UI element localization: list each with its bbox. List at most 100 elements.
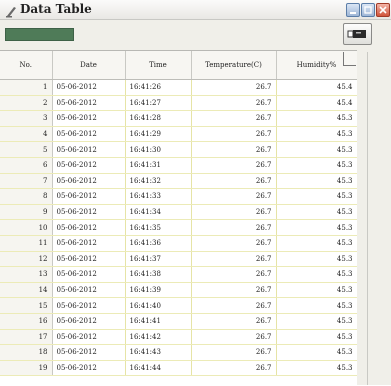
cell-date: 05-06-2012 [52,313,126,330]
cell-no: 19 [0,360,53,377]
cell-humidity: 45.3 [276,297,357,314]
cell-no: 14 [0,282,53,299]
minimize-button[interactable] [346,3,360,17]
cell-time: 16:41:39 [125,282,192,299]
cell-date: 05-06-2012 [52,204,126,221]
cell-temperature: 26.7 [191,313,277,330]
table-row[interactable]: 9 05-06-2012 16:41:34 26.7 45.3 [0,204,357,221]
cell-date: 05-06-2012 [52,126,126,143]
table-row[interactable]: 18 05-06-2012 16:41:43 26.7 45.3 [0,344,357,361]
cell-temperature: 26.7 [191,360,277,377]
cell-no: 5 [0,141,53,158]
table-row[interactable]: 5 05-06-2012 16:41:30 26.7 45.3 [0,141,357,158]
cell-temperature: 26.7 [191,141,277,158]
cell-time: 16:41:28 [125,110,192,127]
cell-date: 05-06-2012 [52,282,126,299]
cell-temperature: 26.7 [191,219,277,236]
column-header-no[interactable]: No. [0,51,53,80]
export-button[interactable] [343,23,372,45]
cell-humidity: 45.4 [276,95,357,112]
table-row[interactable]: 11 05-06-2012 16:41:36 26.7 45.3 [0,235,357,252]
table-row[interactable]: 8 05-06-2012 16:41:33 26.7 45.3 [0,188,357,205]
column-resize-handle[interactable] [343,52,344,66]
table-row[interactable]: 17 05-06-2012 16:41:42 26.7 45.3 [0,329,357,346]
cell-temperature: 26.7 [191,297,277,314]
table-row[interactable]: 15 05-06-2012 16:41:40 26.7 45.3 [0,297,357,314]
table-row[interactable]: 2 05-06-2012 16:41:27 26.7 45.4 [0,95,357,112]
cell-date: 05-06-2012 [52,188,126,205]
maximize-button[interactable] [361,3,375,17]
close-button[interactable] [376,3,390,17]
cell-humidity: 45.3 [276,141,357,158]
cell-no: 3 [0,110,53,127]
cell-date: 05-06-2012 [52,360,126,377]
cell-temperature: 26.7 [191,95,277,112]
title-bar[interactable]: Data Table [0,0,391,20]
cell-temperature: 26.7 [191,282,277,299]
cell-humidity: 45.3 [276,235,357,252]
cell-time: 16:41:41 [125,313,192,330]
column-header-date[interactable]: Date [52,51,126,80]
cell-time: 16:41:34 [125,204,192,221]
cell-temperature: 26.7 [191,266,277,283]
cell-temperature: 26.7 [191,329,277,346]
table-row[interactable]: 19 05-06-2012 16:41:44 26.7 45.3 [0,360,357,377]
cell-humidity: 45.3 [276,126,357,143]
cell-date: 05-06-2012 [52,251,126,268]
cell-time: 16:41:32 [125,173,192,190]
cell-humidity: 45.3 [276,329,357,346]
table-row[interactable]: 16 05-06-2012 16:41:41 26.7 45.3 [0,313,357,330]
cell-date: 05-06-2012 [52,266,126,283]
cell-no: 13 [0,266,53,283]
cell-temperature: 26.7 [191,251,277,268]
table-row[interactable]: 3 05-06-2012 16:41:28 26.7 45.3 [0,110,357,127]
column-header-time[interactable]: Time [125,51,192,80]
cell-date: 05-06-2012 [52,344,126,361]
right-gutter [357,50,391,385]
status-indicator [5,28,74,41]
cell-humidity: 45.3 [276,204,357,221]
table-row[interactable]: 7 05-06-2012 16:41:32 26.7 45.3 [0,173,357,190]
cell-time: 16:41:29 [125,126,192,143]
cell-no: 9 [0,204,53,221]
cell-temperature: 26.7 [191,173,277,190]
table-row[interactable]: 6 05-06-2012 16:41:31 26.7 45.3 [0,157,357,174]
cell-time: 16:41:35 [125,219,192,236]
cell-date: 05-06-2012 [52,235,126,252]
table-row[interactable]: 13 05-06-2012 16:41:38 26.7 45.3 [0,266,357,283]
cell-humidity: 45.3 [276,282,357,299]
cell-time: 16:41:44 [125,360,192,377]
cell-no: 7 [0,173,53,190]
table-row[interactable]: 4 05-06-2012 16:41:29 26.7 45.3 [0,126,357,143]
cell-humidity: 45.3 [276,157,357,174]
cell-time: 16:41:30 [125,141,192,158]
cell-humidity: 45.3 [276,344,357,361]
toolbar [0,20,391,50]
cell-humidity: 45.3 [276,251,357,268]
table-row[interactable]: 14 05-06-2012 16:41:39 26.7 45.3 [0,282,357,299]
cell-temperature: 26.7 [191,126,277,143]
cell-time: 16:41:26 [125,79,192,96]
table-row[interactable]: 10 05-06-2012 16:41:35 26.7 45.3 [0,219,357,236]
minimize-icon [350,12,356,14]
cell-date: 05-06-2012 [52,297,126,314]
table-header-row: No. Date Time Temperature(C) Humidity% [0,51,357,80]
cell-date: 05-06-2012 [52,141,126,158]
cell-humidity: 45.3 [276,313,357,330]
cell-temperature: 26.7 [191,235,277,252]
cell-time: 16:41:36 [125,235,192,252]
cell-date: 05-06-2012 [52,110,126,127]
cell-date: 05-06-2012 [52,79,126,96]
cell-humidity: 45.3 [276,360,357,377]
data-table[interactable]: No. Date Time Temperature(C) Humidity% 1… [0,50,357,386]
cell-no: 1 [0,79,53,96]
cell-humidity: 45.3 [276,219,357,236]
cell-humidity: 45.3 [276,188,357,205]
cell-date: 05-06-2012 [52,157,126,174]
table-row[interactable]: 1 05-06-2012 16:41:26 26.7 45.4 [0,79,357,96]
window-title: Data Table [20,2,92,16]
cell-humidity: 45.3 [276,266,357,283]
table-row[interactable]: 12 05-06-2012 16:41:37 26.7 45.3 [0,251,357,268]
column-header-temperature[interactable]: Temperature(C) [191,51,277,80]
cell-temperature: 26.7 [191,344,277,361]
